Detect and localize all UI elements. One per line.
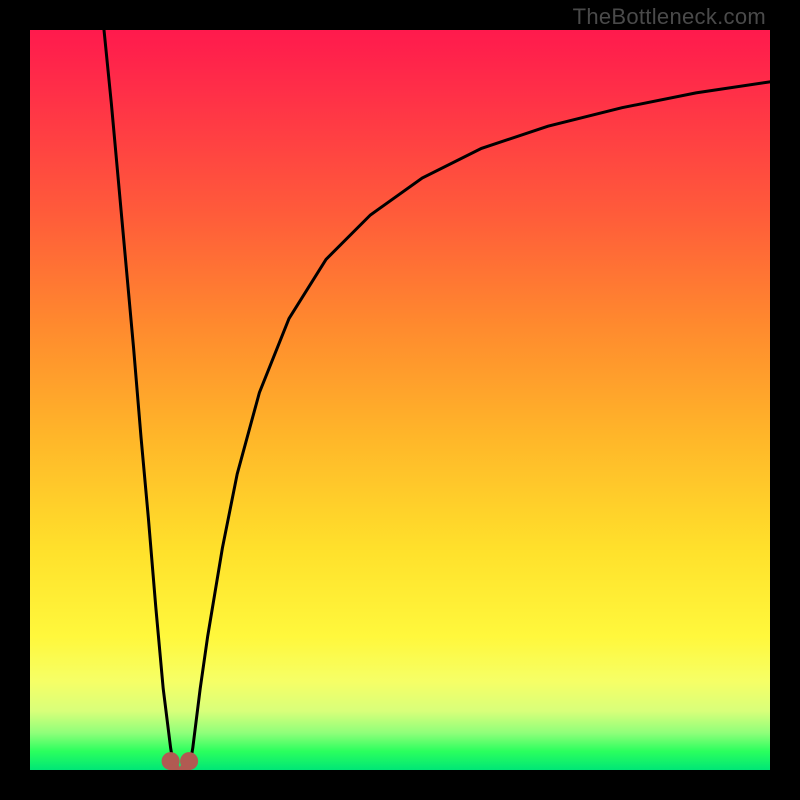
- curve-right-branch: [189, 82, 770, 770]
- plot-area: [30, 30, 770, 770]
- chart-frame: TheBottleneck.com: [0, 0, 800, 800]
- curve-layer: [30, 30, 770, 770]
- watermark-label: TheBottleneck.com: [573, 4, 766, 30]
- curve-left-branch: [104, 30, 174, 770]
- trough-markers: [162, 752, 199, 770]
